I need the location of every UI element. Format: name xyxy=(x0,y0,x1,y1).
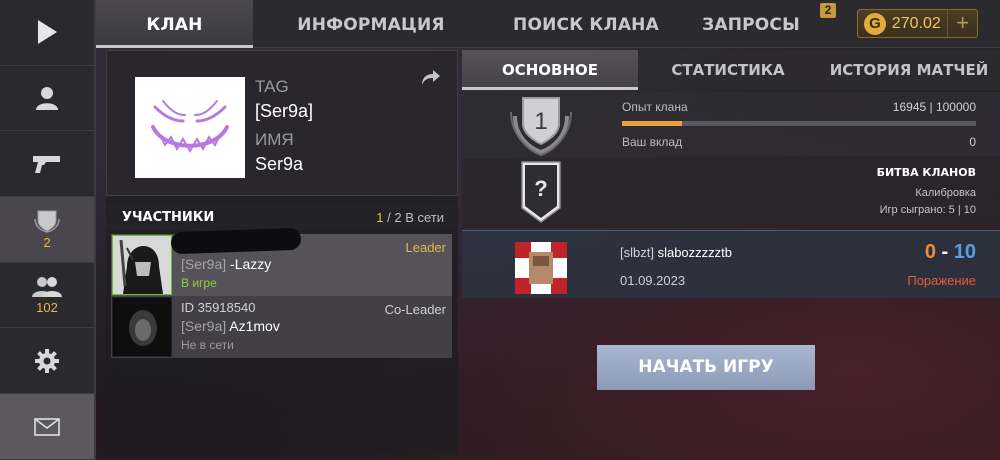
clan-button[interactable]: 2 xyxy=(0,197,94,263)
tab-requests[interactable]: ЗАПРОСЫ xyxy=(686,0,816,48)
share-icon[interactable] xyxy=(421,69,441,87)
clan-battle: ? БИТВА КЛАНОВ Калибровка Игр сыграно: 5… xyxy=(462,158,1000,228)
settings-button[interactable] xyxy=(0,328,94,395)
start-game-button[interactable]: НАЧАТЬ ИГРУ xyxy=(597,345,815,390)
tab-info[interactable]: ИНФОРМАЦИЯ xyxy=(271,0,471,48)
friends-count: 102 xyxy=(36,299,58,315)
members-title: УЧАСТНИКИ xyxy=(122,210,215,225)
score-separator: - xyxy=(935,241,954,263)
tab-main[interactable]: ОСНОВНОЕ xyxy=(462,50,638,90)
clan-emblem xyxy=(135,77,245,178)
member-tag: [Ser9a] xyxy=(181,318,227,334)
match-result[interactable]: [slbzt] slabozzzzztb 01.09.2023 0 - 10 П… xyxy=(462,230,1000,298)
currency-balance: G 270.02 + xyxy=(857,9,978,38)
experience-label: Опыт клана xyxy=(622,100,688,114)
battle-mode: Калибровка xyxy=(915,187,976,199)
tab-clan[interactable]: КЛАН xyxy=(96,0,253,48)
tab-statistics[interactable]: СТАТИСТИКА xyxy=(638,50,818,90)
clan-name-value: Ser9a xyxy=(255,154,304,174)
avatar xyxy=(112,235,172,295)
add-currency-button[interactable]: + xyxy=(947,10,977,37)
clan-rank-number: 1 xyxy=(534,108,547,135)
opponent-nick: slabozzzzztb xyxy=(653,245,733,260)
match-score: 0 - 10 xyxy=(925,241,976,264)
tab-search-clan[interactable]: ПОИСК КЛАНА xyxy=(486,0,686,48)
member-status: Не в сети xyxy=(181,338,234,352)
contribution-label: Ваш вклад xyxy=(622,135,683,149)
clan-tag-label: TAG xyxy=(255,77,289,96)
members-header: УЧАСТНИКИ 1 / 2 В сети xyxy=(106,204,458,230)
requests-badge: 2 xyxy=(820,3,836,18)
member-role: Co-Leader xyxy=(384,302,446,317)
clan-tag-value: [Ser9a] xyxy=(255,101,314,121)
experience-bar xyxy=(622,121,976,126)
play-icon xyxy=(38,20,57,45)
weapons-button[interactable] xyxy=(0,131,94,198)
opponent-tag: [slbzt] xyxy=(620,245,654,260)
clan-info-panel: ОСНОВНОЕ СТАТИСТИКА ИСТОРИЯ МАТЧЕЙ 1 Опы… xyxy=(462,50,1000,455)
mail-button[interactable] xyxy=(0,394,94,460)
member-role: Leader xyxy=(405,240,446,255)
profile-icon xyxy=(36,87,58,111)
battle-games: Игр сыграно: 5 | 10 xyxy=(879,204,976,216)
score-opponent: 10 xyxy=(953,241,976,263)
member-row[interactable]: [Ser9a] -Lazzy В игре Leader xyxy=(111,227,452,296)
opponent-name: [slbzt] slabozzzzztb xyxy=(620,245,732,260)
redacted-mark xyxy=(170,227,302,255)
online-count: 1 / 2 В сети xyxy=(376,210,444,225)
clan-rank-badge: 1 xyxy=(510,97,572,156)
gold-icon: G xyxy=(864,12,886,35)
gold-amount: 270.02 xyxy=(891,14,941,32)
clan-count: 2 xyxy=(43,234,51,250)
battle-rank-badge: ? xyxy=(521,161,561,223)
play-button[interactable] xyxy=(0,0,94,66)
member-id: ID 35918540 xyxy=(181,300,256,315)
clan-shield-icon xyxy=(34,210,60,233)
score-own: 0 xyxy=(924,241,936,263)
match-outcome: Поражение xyxy=(907,273,976,288)
online-number: 1 xyxy=(376,210,384,225)
clan-panel: TAG [Ser9a] ИМЯ Ser9a УЧАСТНИКИ 1 / 2 В … xyxy=(106,50,458,455)
friends-button[interactable]: 102 xyxy=(0,263,94,329)
member-name: [Ser9a] Az1mov xyxy=(181,318,280,334)
friends-icon xyxy=(32,276,62,297)
battle-title: БИТВА КЛАНОВ xyxy=(876,166,976,179)
experience-value: 16945 | 100000 xyxy=(892,100,976,114)
clan-card: TAG [Ser9a] ИМЯ Ser9a xyxy=(106,50,458,196)
avatar xyxy=(112,297,172,357)
pistol-icon xyxy=(33,155,60,173)
contribution-value: 0 xyxy=(969,135,976,149)
mail-icon xyxy=(34,417,60,436)
member-nick: Az1mov xyxy=(226,318,280,334)
member-status: В игре xyxy=(181,276,217,290)
gear-icon xyxy=(35,348,59,373)
clan-name-label: ИМЯ xyxy=(255,130,294,149)
member-name: [Ser9a] -Lazzy xyxy=(181,256,271,272)
opponent-logo xyxy=(515,242,567,294)
sidebar: 2 102 xyxy=(0,0,96,460)
clan-experience: 1 Опыт клана 16945 | 100000 Ваш вклад 0 xyxy=(462,92,1000,156)
member-row[interactable]: ID 35918540 [Ser9a] Az1mov Не в сети Co-… xyxy=(111,296,452,358)
member-tag: [Ser9a] xyxy=(181,256,227,272)
member-nick: -Lazzy xyxy=(226,256,272,272)
online-total: / 2 В сети xyxy=(387,210,444,225)
battle-rank-text: ? xyxy=(534,176,547,201)
experience-bar-fill xyxy=(622,121,682,126)
tab-match-history[interactable]: ИСТОРИЯ МАТЧЕЙ xyxy=(818,50,1000,90)
match-date: 01.09.2023 xyxy=(620,273,686,288)
profile-button[interactable] xyxy=(0,66,94,132)
sub-tab-bar: ОСНОВНОЕ СТАТИСТИКА ИСТОРИЯ МАТЧЕЙ xyxy=(462,50,1000,90)
